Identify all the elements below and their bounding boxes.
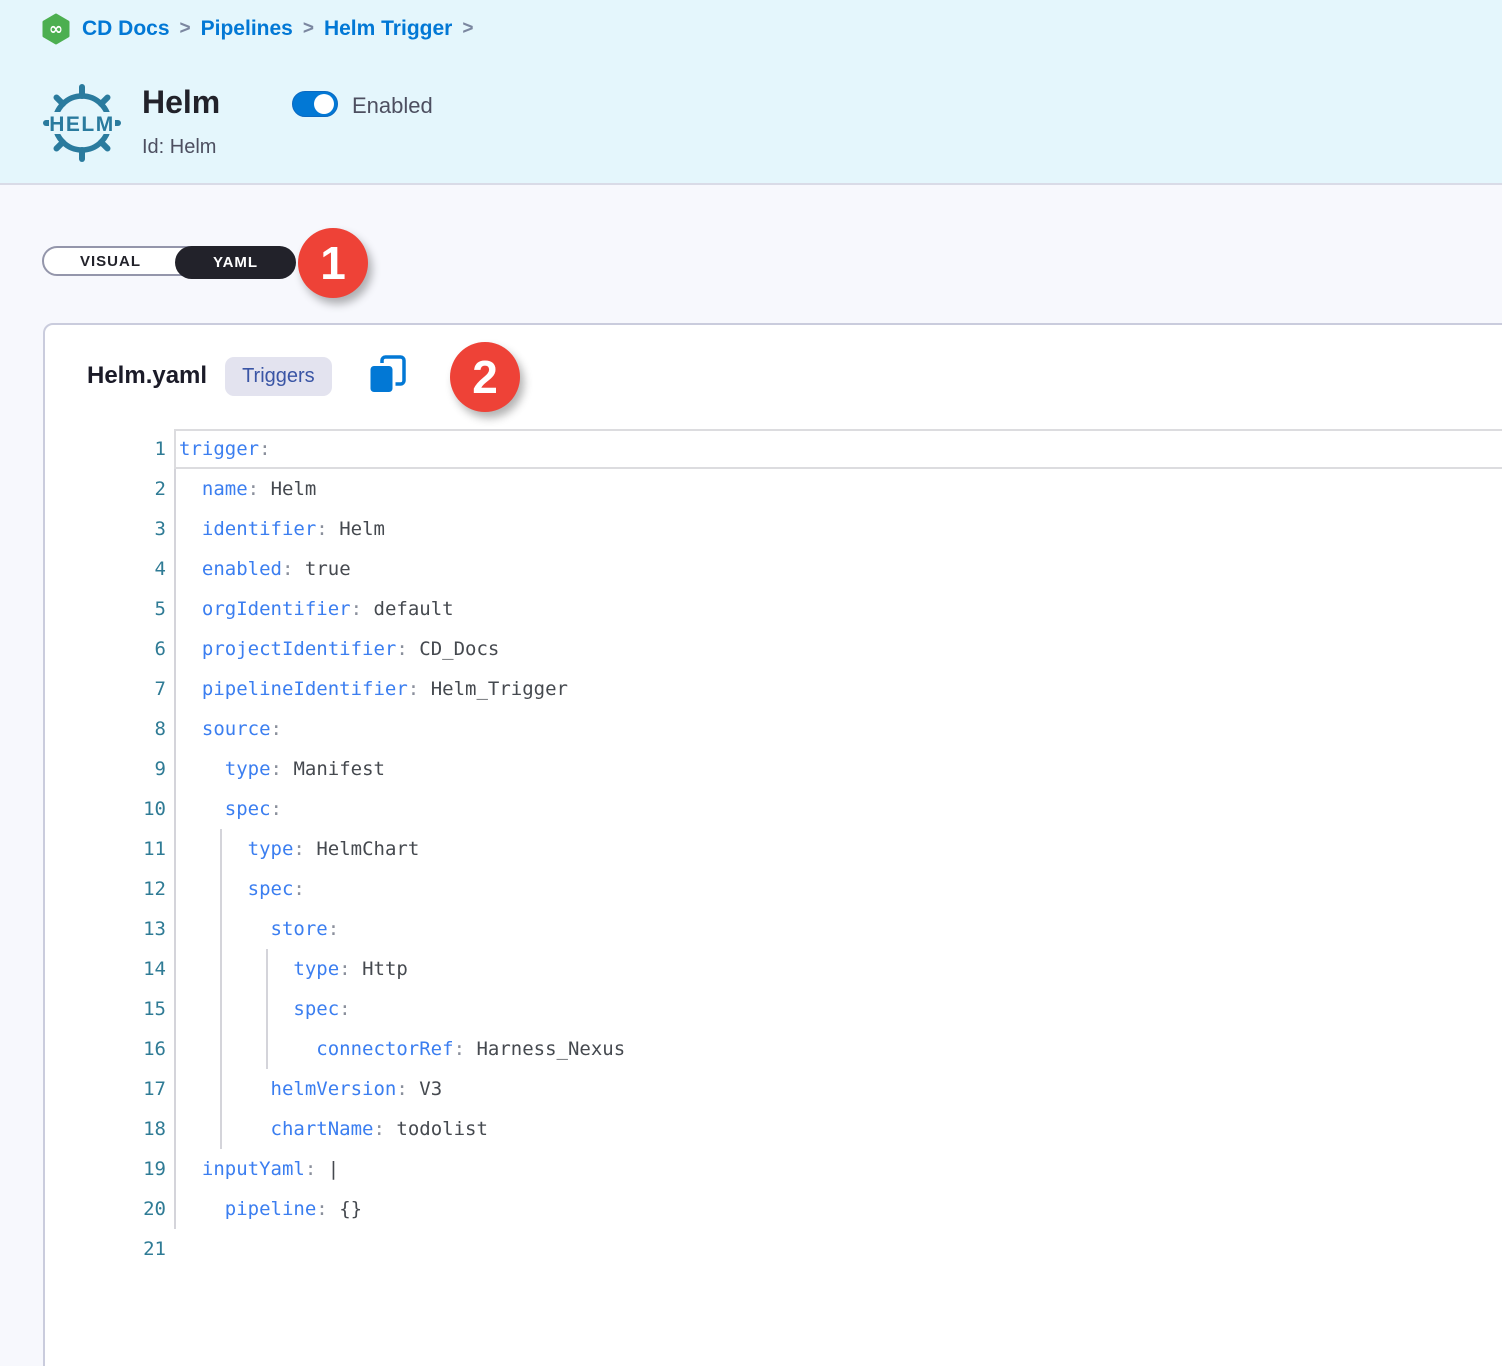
code-line[interactable]: 2 name: Helm: [45, 469, 1502, 509]
code-text: inputYaml: |: [174, 1149, 1502, 1189]
line-number: 17: [45, 1069, 174, 1109]
annotation-step-2-badge: 2: [450, 342, 520, 412]
code-line[interactable]: 9 type: Manifest: [45, 749, 1502, 789]
code-line[interactable]: 18 chartName: todolist: [45, 1109, 1502, 1149]
code-text: spec:: [174, 789, 1502, 829]
line-number: 11: [45, 829, 174, 869]
line-number: 18: [45, 1109, 174, 1149]
line-number: 2: [45, 469, 174, 509]
code-text: orgIdentifier: default: [174, 589, 1502, 629]
breadcrumb-separator: >: [462, 18, 473, 40]
line-number: 5: [45, 589, 174, 629]
line-number: 16: [45, 1029, 174, 1069]
code-text: spec:: [174, 869, 1502, 909]
line-number: 12: [45, 869, 174, 909]
yaml-panel: Helm.yaml Triggers 1trigger:2 name: Helm…: [43, 323, 1502, 1366]
code-text: type: Http: [174, 949, 1502, 989]
code-line[interactable]: 1trigger:: [45, 429, 1502, 469]
yaml-editor[interactable]: 1trigger:2 name: Helm3 identifier: Helm4…: [45, 429, 1502, 1366]
code-text: type: HelmChart: [174, 829, 1502, 869]
code-text: spec:: [174, 989, 1502, 1029]
enabled-toggle-label: Enabled: [352, 93, 433, 119]
triggers-tag[interactable]: Triggers: [225, 357, 332, 396]
svg-text:HELM: HELM: [49, 113, 115, 136]
code-text: pipelineIdentifier: Helm_Trigger: [174, 669, 1502, 709]
code-line[interactable]: 17 helmVersion: V3: [45, 1069, 1502, 1109]
line-number: 13: [45, 909, 174, 949]
enabled-toggle[interactable]: [292, 91, 338, 117]
tab-yaml[interactable]: YAML: [175, 246, 296, 279]
line-number: 20: [45, 1189, 174, 1229]
code-line[interactable]: 7 pipelineIdentifier: Helm_Trigger: [45, 669, 1502, 709]
code-text: trigger:: [174, 429, 1502, 469]
line-number: 7: [45, 669, 174, 709]
code-text: name: Helm: [174, 469, 1502, 509]
code-line[interactable]: 15 spec:: [45, 989, 1502, 1029]
breadcrumb-item-project[interactable]: CD Docs: [82, 17, 170, 41]
trigger-id-text: Id: Helm: [142, 136, 216, 159]
line-number: 21: [45, 1229, 174, 1269]
code-text: source:: [174, 709, 1502, 749]
code-line[interactable]: 12 spec:: [45, 869, 1502, 909]
code-text: projectIdentifier: CD_Docs: [174, 629, 1502, 669]
cd-module-infinity-icon: ∞: [40, 13, 72, 45]
copy-icon[interactable]: [368, 355, 408, 397]
annotation-step-1-badge: 1: [298, 228, 368, 298]
line-number: 15: [45, 989, 174, 1029]
line-number: 10: [45, 789, 174, 829]
yaml-panel-header: Helm.yaml Triggers: [87, 353, 408, 399]
tab-visual[interactable]: VISUAL: [44, 248, 177, 275]
line-number: 4: [45, 549, 174, 589]
line-number: 3: [45, 509, 174, 549]
yaml-file-name: Helm.yaml: [87, 362, 207, 390]
page-header: ∞ CD Docs > Pipelines > Helm Trigger > H…: [0, 0, 1502, 185]
code-text: pipeline: {}: [174, 1189, 1502, 1229]
line-number: 1: [45, 429, 174, 469]
code-text: helmVersion: V3: [174, 1069, 1502, 1109]
visual-yaml-switch: VISUAL YAML: [42, 246, 292, 276]
code-line[interactable]: 3 identifier: Helm: [45, 509, 1502, 549]
code-line[interactable]: 8 source:: [45, 709, 1502, 749]
line-number: 6: [45, 629, 174, 669]
line-number: 19: [45, 1149, 174, 1189]
code-line[interactable]: 11 type: HelmChart: [45, 829, 1502, 869]
code-text: identifier: Helm: [174, 509, 1502, 549]
yaml-lines: 1trigger:2 name: Helm3 identifier: Helm4…: [45, 429, 1502, 1269]
code-line[interactable]: 5 orgIdentifier: default: [45, 589, 1502, 629]
page-title: Helm: [142, 84, 220, 121]
code-text: chartName: todolist: [174, 1109, 1502, 1149]
line-number: 9: [45, 749, 174, 789]
code-line[interactable]: 6 projectIdentifier: CD_Docs: [45, 629, 1502, 669]
breadcrumb: ∞ CD Docs > Pipelines > Helm Trigger >: [40, 12, 473, 46]
code-text: store:: [174, 909, 1502, 949]
breadcrumb-separator: >: [303, 18, 314, 40]
breadcrumb-item-pipeline[interactable]: Helm Trigger: [324, 17, 452, 41]
toggle-knob: [314, 94, 334, 114]
code-line[interactable]: 21: [45, 1229, 1502, 1269]
code-line[interactable]: 14 type: Http: [45, 949, 1502, 989]
code-text: enabled: true: [174, 549, 1502, 589]
svg-text:∞: ∞: [49, 20, 63, 40]
code-text: connectorRef: Harness_Nexus: [174, 1029, 1502, 1069]
code-line[interactable]: 16 connectorRef: Harness_Nexus: [45, 1029, 1502, 1069]
code-line[interactable]: 19 inputYaml: |: [45, 1149, 1502, 1189]
code-text: [174, 1229, 1502, 1269]
helm-wheel-logo-icon: HELM: [42, 80, 122, 171]
line-number: 8: [45, 709, 174, 749]
code-line[interactable]: 10 spec:: [45, 789, 1502, 829]
code-line[interactable]: 4 enabled: true: [45, 549, 1502, 589]
code-line[interactable]: 20 pipeline: {}: [45, 1189, 1502, 1229]
code-line[interactable]: 13 store:: [45, 909, 1502, 949]
breadcrumb-item-pipelines[interactable]: Pipelines: [201, 17, 293, 41]
breadcrumb-separator: >: [180, 18, 191, 40]
code-text: type: Manifest: [174, 749, 1502, 789]
line-number: 14: [45, 949, 174, 989]
